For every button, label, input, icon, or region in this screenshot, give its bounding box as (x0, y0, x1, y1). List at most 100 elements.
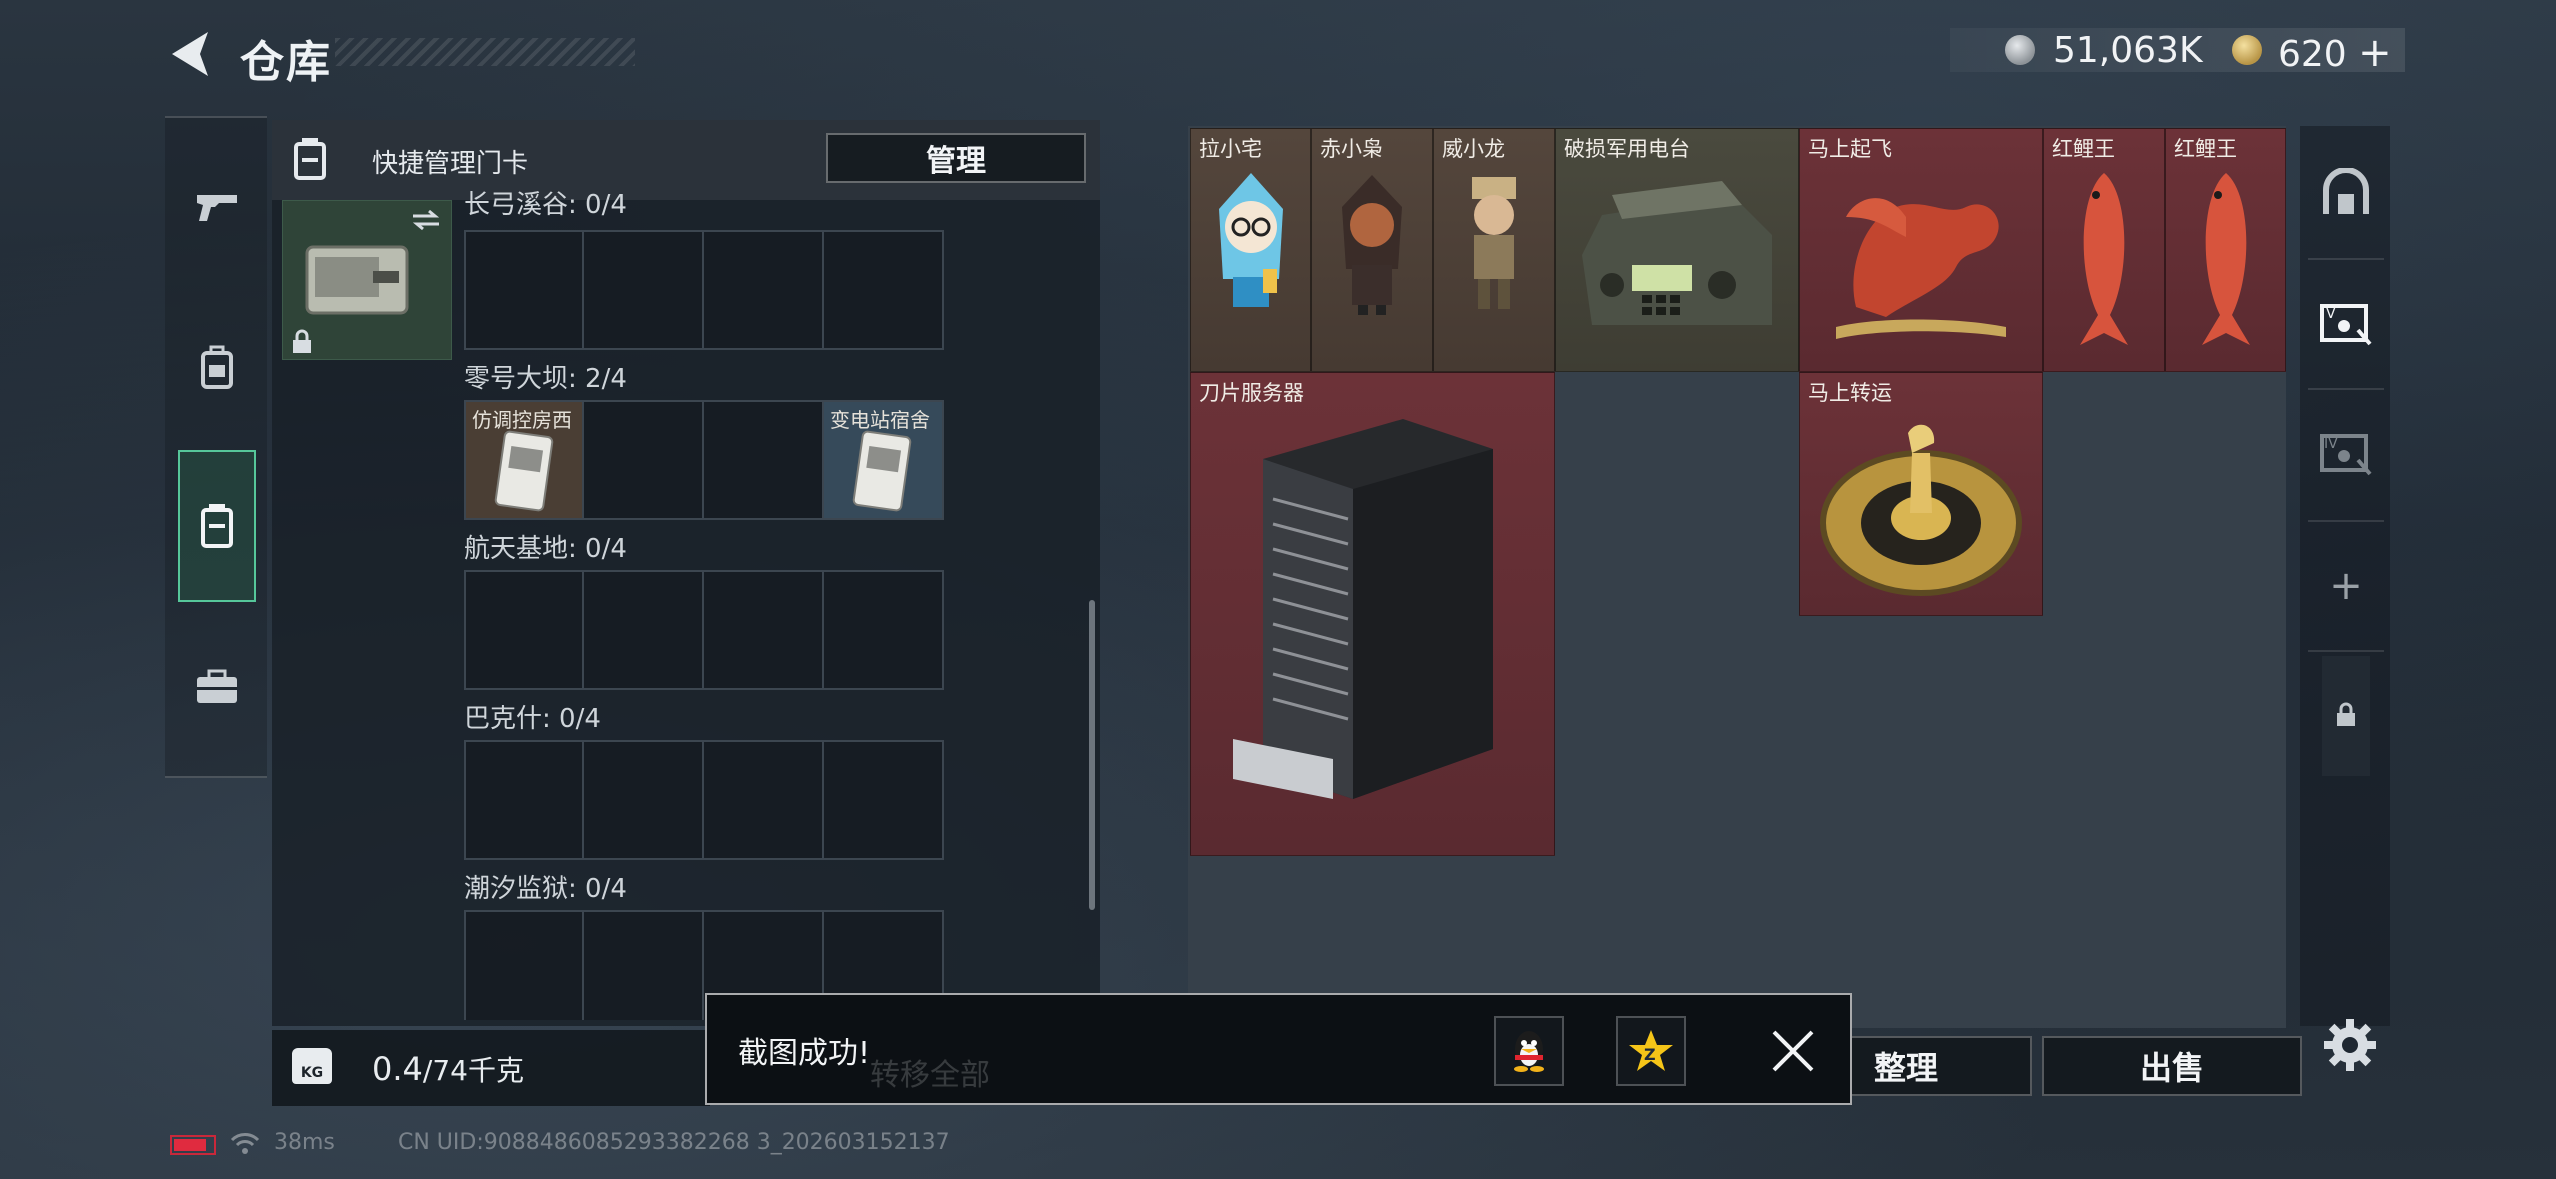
keycard-slot[interactable] (824, 230, 944, 350)
keycard-icon (494, 430, 554, 512)
keycard-slot[interactable] (464, 740, 584, 860)
locked-storage-page[interactable] (2322, 656, 2370, 776)
item-label: 红鲤王 (2052, 137, 2115, 161)
keycard-slot[interactable] (464, 230, 584, 350)
pistol-icon (197, 195, 237, 221)
keycard-scrollbar[interactable] (1089, 600, 1095, 910)
tier-label: IV (2324, 436, 2338, 452)
selected-keycard-slot[interactable] (282, 200, 452, 360)
qzone-star-icon: Z (1629, 1030, 1673, 1071)
backpack-icon (201, 345, 233, 389)
item-label: 马上起飞 (1808, 137, 1892, 161)
svg-text:Z: Z (1644, 1045, 1656, 1064)
keycard-slot[interactable] (584, 910, 704, 1020)
wifi-icon (230, 1133, 260, 1154)
keycard-slot[interactable] (704, 740, 824, 860)
storage-page-icon: IV (2320, 434, 2372, 476)
item-label: 刀片服务器 (1199, 381, 1304, 405)
keycard-slot[interactable] (464, 570, 584, 690)
keycard-slot[interactable] (704, 570, 824, 690)
item-cell[interactable]: 赤小枭 (1311, 128, 1433, 372)
tab-equipment[interactable] (178, 328, 256, 406)
keycard-item[interactable]: 仿调控房西 (464, 400, 584, 520)
keycard-slot[interactable] (704, 400, 824, 520)
settings-gear-icon[interactable] (2320, 1015, 2380, 1075)
gold-amount: 620 (2278, 34, 2347, 75)
manage-button[interactable]: 管理 (826, 133, 1086, 183)
item-cell[interactable]: 刀片服务器 (1190, 372, 1555, 856)
section-label: 零号大坝: 2/4 (464, 364, 627, 394)
section-label: 巴克什: 0/4 (464, 704, 601, 734)
swap-icon[interactable] (411, 209, 441, 231)
tab-toolbox[interactable] (178, 648, 256, 726)
keycard-slot-row: 仿调控房西 变电站宿舍 (464, 400, 944, 520)
military-radio-icon (1582, 181, 1772, 325)
weight-text: 0.4/74千克 (372, 1049, 524, 1089)
weight-max: /74千克 (422, 1054, 524, 1087)
item-cell[interactable]: 威小龙 (1433, 128, 1555, 372)
keycard-slot[interactable] (704, 230, 824, 350)
keycard-slot[interactable] (584, 570, 704, 690)
close-icon[interactable] (1770, 1028, 1816, 1074)
keycard-slot[interactable] (464, 910, 584, 1020)
item-label: 威小龙 (1442, 137, 1505, 161)
item-cell[interactable]: 红鲤王 (2043, 128, 2165, 372)
toolbox-icon (197, 669, 237, 703)
keycard-slot[interactable] (584, 740, 704, 860)
add-gold-button[interactable]: + (2358, 30, 2392, 76)
blade-server-icon (1233, 419, 1493, 799)
tab-weapons[interactable] (178, 168, 256, 246)
keycard-item[interactable]: 变电站宿舍 (824, 400, 944, 520)
ping-value: 38ms (274, 1130, 335, 1155)
keycard-label: 仿调控房西 (472, 408, 572, 432)
keycard-section-list[interactable]: 长弓溪谷: 0/4 零号大坝: 2/4 仿调控房西 变电站宿舍 航天基地: 0/… (462, 190, 962, 1020)
lock-icon (2337, 702, 2355, 726)
share-qzone-button[interactable]: Z (1616, 1016, 1686, 1086)
keycard-slot-row (464, 570, 944, 690)
keycard-slot[interactable] (584, 400, 704, 520)
silver-coin-icon (2005, 35, 2035, 65)
storage-home-icon (2323, 168, 2369, 214)
red-carp-icon (2202, 173, 2250, 345)
keycard-label: 变电站宿舍 (830, 408, 930, 432)
item-cell[interactable]: 马上转运 (1799, 372, 2043, 616)
svg-text:V: V (2326, 306, 2336, 322)
storage-home-tab[interactable] (2318, 166, 2374, 222)
keycard-icon (852, 430, 912, 512)
page-title: 仓库 (240, 37, 332, 88)
gold-coin-icon (2232, 35, 2262, 65)
figurine-blue-hood-icon (1219, 173, 1283, 307)
sell-button[interactable]: 出售 (2042, 1036, 2302, 1096)
weight-kg-icon: KG (292, 1048, 332, 1084)
section-label: 航天基地: 0/4 (464, 534, 627, 564)
keycard-holder-icon (201, 504, 233, 548)
item-cell[interactable]: 破损军用电台 (1555, 128, 1799, 372)
tab-keycards[interactable] (178, 450, 256, 602)
back-arrow-icon[interactable] (168, 30, 212, 78)
item-label: 红鲤王 (2174, 137, 2237, 161)
red-carp-icon (2080, 173, 2128, 345)
keycard-slot[interactable] (584, 230, 704, 350)
keycard-slot[interactable] (824, 740, 944, 860)
keycard-slot-row (464, 230, 944, 350)
item-label: 破损军用电台 (1564, 137, 1690, 161)
item-label: 赤小枭 (1320, 137, 1383, 161)
golden-horse-disc-icon (1820, 424, 2022, 596)
uid-text: CN UID:9088486085293382268 3_20260315213… (398, 1130, 950, 1155)
title-decoration (335, 38, 635, 66)
keycard-slot[interactable] (824, 570, 944, 690)
item-cell[interactable]: 红鲤王 (2165, 128, 2286, 372)
figurine-red-hood-icon (1342, 175, 1402, 315)
section-label: 潮汐监狱: 0/4 (464, 874, 627, 904)
share-qq-button[interactable] (1494, 1016, 1564, 1086)
storage-page-4-tab[interactable]: IV (2318, 424, 2374, 480)
storage-page-5-tab[interactable]: V (2318, 294, 2374, 350)
gold-currency-value[interactable]: 620 + (2278, 30, 2392, 76)
item-cell[interactable]: 马上起飞 (1799, 128, 2043, 372)
flying-horse-statue-icon (1836, 198, 2006, 339)
keycard-holder-icon (294, 138, 326, 180)
section-label: 长弓溪谷: 0/4 (464, 190, 627, 220)
item-cell[interactable]: 拉小宅 (1190, 128, 1311, 372)
silver-currency-value: 51,063K (2053, 30, 2203, 71)
add-storage-page-button[interactable]: + (2318, 558, 2374, 614)
